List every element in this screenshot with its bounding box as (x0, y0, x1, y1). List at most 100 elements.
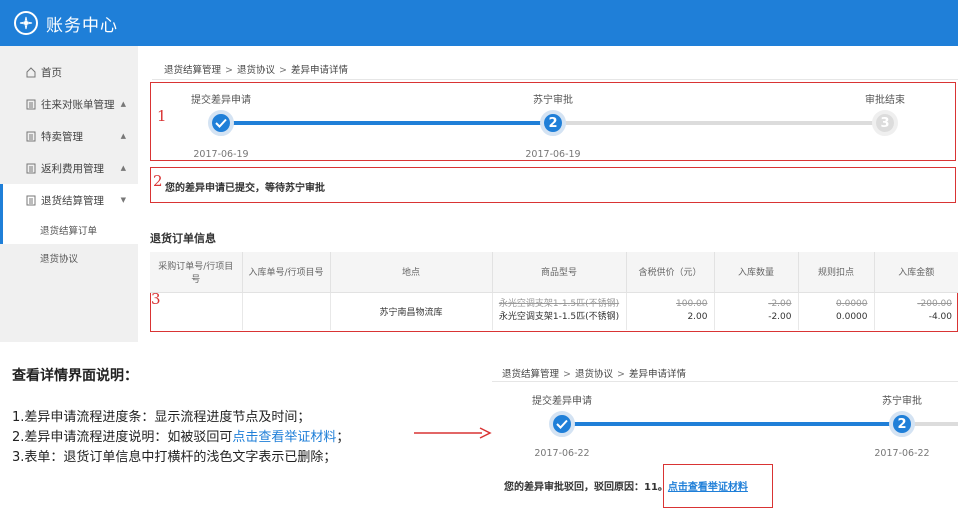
top-app-bar: 账务中心 (0, 0, 958, 46)
amount-cell: -200.00 -4.00 (874, 292, 958, 330)
explanation-line: 1.差异申请流程进度条：显示流程进度节点及时间； (12, 410, 311, 425)
sidebar-item-label: 首页 (41, 66, 62, 79)
step-label: 审批结束 (865, 95, 905, 106)
current-value: -2.00 (768, 312, 792, 323)
rate-cell: 0.0000 0.0000 (798, 292, 875, 330)
evidence-link[interactable]: 点击查看举证材料 (232, 430, 336, 445)
deleted-value: 永光空调支架1-1.5匹(不锈钢) (498, 299, 620, 310)
sidebar-item-statements[interactable]: 往来对账单管理 ▲ (0, 88, 138, 120)
breadcrumb-item: 差异申请详情 (290, 65, 348, 76)
step-date: 2017-06-22 (534, 448, 590, 459)
sidebar-item-label: 退货结算管理 (41, 194, 104, 207)
breadcrumb-item[interactable]: 退货协议 (237, 65, 275, 76)
arrow-right-icon (414, 427, 492, 439)
document-icon (26, 131, 36, 142)
explanation-text: 2.差异申请流程进度说明：如被驳回可 (12, 430, 233, 445)
column-header: 入库金额 (874, 252, 958, 293)
deleted-value: -200.00 (917, 299, 952, 310)
sidebar-item-label: 往来对账单管理 (41, 98, 115, 111)
step-label: 提交差异申请 (191, 95, 251, 106)
breadcrumb: 退货结算管理 > 退货协议 > 差异申请详情 (502, 366, 686, 380)
progress-track-pending (553, 121, 885, 125)
check-icon (208, 110, 234, 136)
sidebar-item-returns[interactable]: 退货结算管理 ▼ (0, 184, 138, 216)
status-message: 您的差异申请已提交，等待苏宁审批 (165, 183, 325, 194)
sidebar-item-home[interactable]: 首页 (0, 56, 138, 88)
explanation-line: 2.差异申请流程进度说明：如被驳回可点击查看举证材料； (12, 426, 349, 445)
rejected-preview: 退货结算管理 > 退货协议 > 差异申请详情 提交差异申请 苏宁审批 2 2017-06… (492, 356, 958, 510)
annotation-box-link (663, 464, 773, 508)
sidebar-subitem-return-agreements[interactable]: 退货协议 (0, 244, 138, 272)
divider (492, 381, 958, 382)
document-icon (26, 99, 36, 110)
sidebar-spacer (0, 46, 138, 56)
document-icon (26, 163, 36, 174)
table-header-row: 采购订单号/行项目号 入库单号/行项目号 地点 商品型号 含税供价（元） 入库数… (150, 252, 958, 293)
document-icon (26, 195, 36, 206)
progress-track-done (221, 121, 553, 125)
price-cell: 100.00 2.00 (626, 292, 715, 330)
column-header: 入库数量 (714, 252, 799, 293)
step-date: 2017-06-19 (525, 149, 581, 160)
current-value: -4.00 (928, 312, 952, 323)
progress-track-done (562, 422, 902, 426)
chevron-right-icon: > (617, 369, 625, 380)
annotation-number: 1 (157, 107, 167, 125)
breadcrumb-item[interactable]: 退货协议 (575, 369, 613, 380)
deleted-value: -2.00 (768, 299, 792, 310)
quantity-cell: -2.00 -2.00 (714, 292, 799, 330)
check-icon (549, 411, 575, 437)
chevron-right-icon: > (563, 369, 571, 380)
app-title: 账务中心 (46, 15, 118, 36)
sidebar-item-flash-sale[interactable]: 特卖管理 ▲ (0, 120, 138, 152)
step-label: 苏宁审批 (882, 396, 922, 407)
explanation-title: 查看详情界面说明： (12, 368, 138, 384)
sidebar: 首页 往来对账单管理 ▲ 特卖管理 ▲ 返利费用管理 ▲ 退货结算管理 ▼ 退货… (0, 46, 138, 342)
step-node-current: 2 (889, 411, 915, 437)
explanation-line: 3.表单：退货订单信息中打横杆的浅色文字表示已删除； (12, 450, 337, 465)
section-title: 退货订单信息 (150, 232, 216, 245)
table-row: 苏宁南昌物流库 永光空调支架1-1.5匹(不锈钢) 永光空调支架1-1.5匹(不… (150, 292, 958, 330)
chevron-right-icon: > (279, 65, 287, 76)
breadcrumb: 退货结算管理 > 退货协议 > 差异申请详情 (164, 62, 348, 76)
home-icon (26, 66, 36, 78)
caret-up-icon: ▲ (120, 164, 126, 172)
deleted-value: 100.00 (676, 299, 708, 310)
sidebar-item-rebates[interactable]: 返利费用管理 ▲ (0, 152, 138, 184)
sidebar-subitem-return-orders[interactable]: 退货结算订单 (0, 216, 138, 244)
divider (152, 79, 958, 80)
return-order-table: 采购订单号/行项目号 入库单号/行项目号 地点 商品型号 含税供价（元） 入库数… (150, 252, 958, 330)
step-node-pending: 3 (872, 110, 898, 136)
step-label: 提交差异申请 (532, 396, 592, 407)
breadcrumb-item[interactable]: 退货结算管理 (502, 369, 559, 380)
receipt-number-cell (242, 292, 331, 330)
deleted-value: 0.0000 (836, 299, 868, 310)
po-number-cell (150, 292, 243, 330)
column-header: 入库单号/行项目号 (242, 252, 331, 293)
explanation-text: ； (336, 430, 350, 445)
current-value: 0.0000 (836, 312, 868, 323)
current-value: 永光空调支架1-1.5匹(不锈钢) (498, 312, 620, 323)
compass-icon (14, 11, 38, 35)
step-node-current: 2 (540, 110, 566, 136)
caret-up-icon: ▲ (120, 100, 126, 108)
breadcrumb-item: 差异申请详情 (628, 369, 686, 380)
chevron-right-icon: > (225, 65, 233, 76)
location-cell: 苏宁南昌物流库 (330, 292, 493, 330)
sidebar-item-label: 特卖管理 (41, 130, 83, 143)
current-value: 2.00 (687, 312, 708, 323)
column-header: 含税供价（元） (626, 252, 715, 293)
reject-text: 您的差异审批驳回，驳回原因：11。 (504, 482, 668, 493)
model-cell: 永光空调支架1-1.5匹(不锈钢) 永光空调支架1-1.5匹(不锈钢) (492, 292, 627, 330)
sidebar-item-label: 返利费用管理 (41, 162, 104, 175)
step-label: 苏宁审批 (533, 95, 573, 106)
column-header: 规则扣点 (798, 252, 875, 293)
column-header: 采购订单号/行项目号 (150, 252, 243, 293)
annotation-number: 2 (153, 172, 163, 190)
main-content: 退货结算管理 > 退货协议 > 差异申请详情 1 提交差异申请 苏宁审批 审批结束 2 … (138, 46, 958, 346)
breadcrumb-item[interactable]: 退货结算管理 (164, 65, 221, 76)
column-header: 地点 (330, 252, 493, 293)
step-date: 2017-06-19 (193, 149, 249, 160)
caret-down-icon: ▼ (120, 196, 126, 204)
step-date: 2017-06-22 (874, 448, 930, 459)
